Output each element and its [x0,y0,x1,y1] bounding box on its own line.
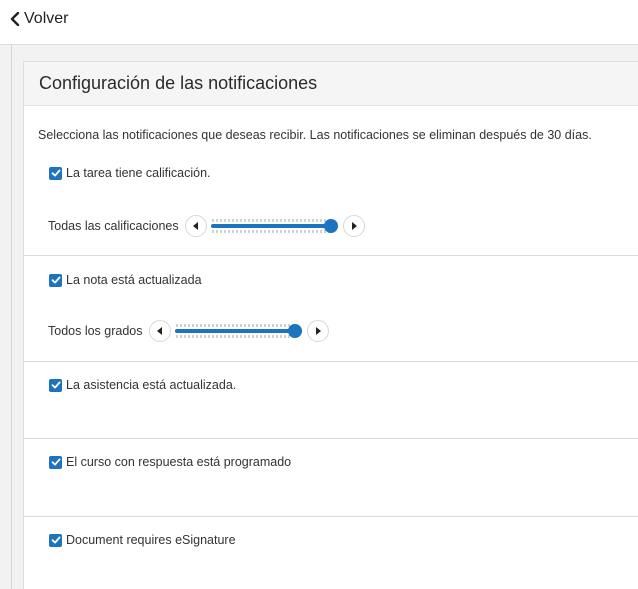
slider-track[interactable] [210,215,339,237]
top-bar: Volver [0,0,638,45]
section-divider [24,516,638,517]
slider-thumb[interactable] [323,219,338,233]
caret-left-icon [156,324,163,338]
checkbox-course-scheduled[interactable] [49,455,62,469]
caret-left-icon [192,219,199,233]
checkbox-label: La tarea tiene calificación. [66,166,211,180]
chevron-left-icon [10,12,20,26]
checkbox-label: El curso con respuesta está programado [66,455,292,469]
back-link[interactable]: Volver [10,10,68,28]
section-divider [24,361,638,362]
notification-settings-page: Volver Configuración de las notificacion… [0,0,638,589]
step-left-button[interactable] [184,215,207,237]
checkbox-row-attendance[interactable]: La asistencia está actualizada. [49,378,236,392]
panel-header: Configuración de las notificaciones [24,62,638,106]
checkbox-label: La asistencia está actualizada. [66,378,237,392]
checkbox-row-grade-updated[interactable]: La nota está actualizada [49,273,202,287]
step-left-button[interactable] [148,320,171,342]
checkbox-label: Document requires eSignature [66,533,236,547]
caret-right-icon [315,324,321,338]
slider-thumb[interactable] [287,324,302,338]
checkbox-row-esignature[interactable]: Document requires eSignature [49,533,236,547]
slider-track[interactable] [174,320,303,342]
section-divider [24,255,638,256]
back-label: Volver [24,10,69,27]
step-right-button[interactable] [342,215,365,237]
checkbox-grade-updated[interactable] [49,273,62,287]
panel-title: Configuración de las notificaciones [39,73,318,93]
checkbox-row-course-scheduled[interactable]: El curso con respuesta está programado [49,455,291,469]
intro-text: Selecciona las notificaciones que deseas… [38,128,592,142]
checkbox-esignature[interactable] [49,533,62,547]
slider-fill [174,329,295,333]
checkbox-row-graded[interactable]: La tarea tiene calificación. [49,166,211,180]
slider-label: Todos los grados [48,324,143,338]
section-divider [24,438,638,439]
checkbox-graded[interactable] [49,166,62,180]
slider-row-graded: Todas las calificaciones [48,215,365,237]
slider-row-grade-updated: Todos los grados [48,320,329,342]
checkbox-label: La nota está actualizada [66,273,202,287]
settings-panel: Configuración de las notificaciones Sele… [23,61,638,589]
slider-fill [210,224,331,228]
left-divider [11,44,12,589]
slider-label: Todas las calificaciones [48,219,179,233]
caret-right-icon [351,219,357,233]
checkbox-attendance[interactable] [49,378,62,392]
step-right-button[interactable] [306,320,329,342]
